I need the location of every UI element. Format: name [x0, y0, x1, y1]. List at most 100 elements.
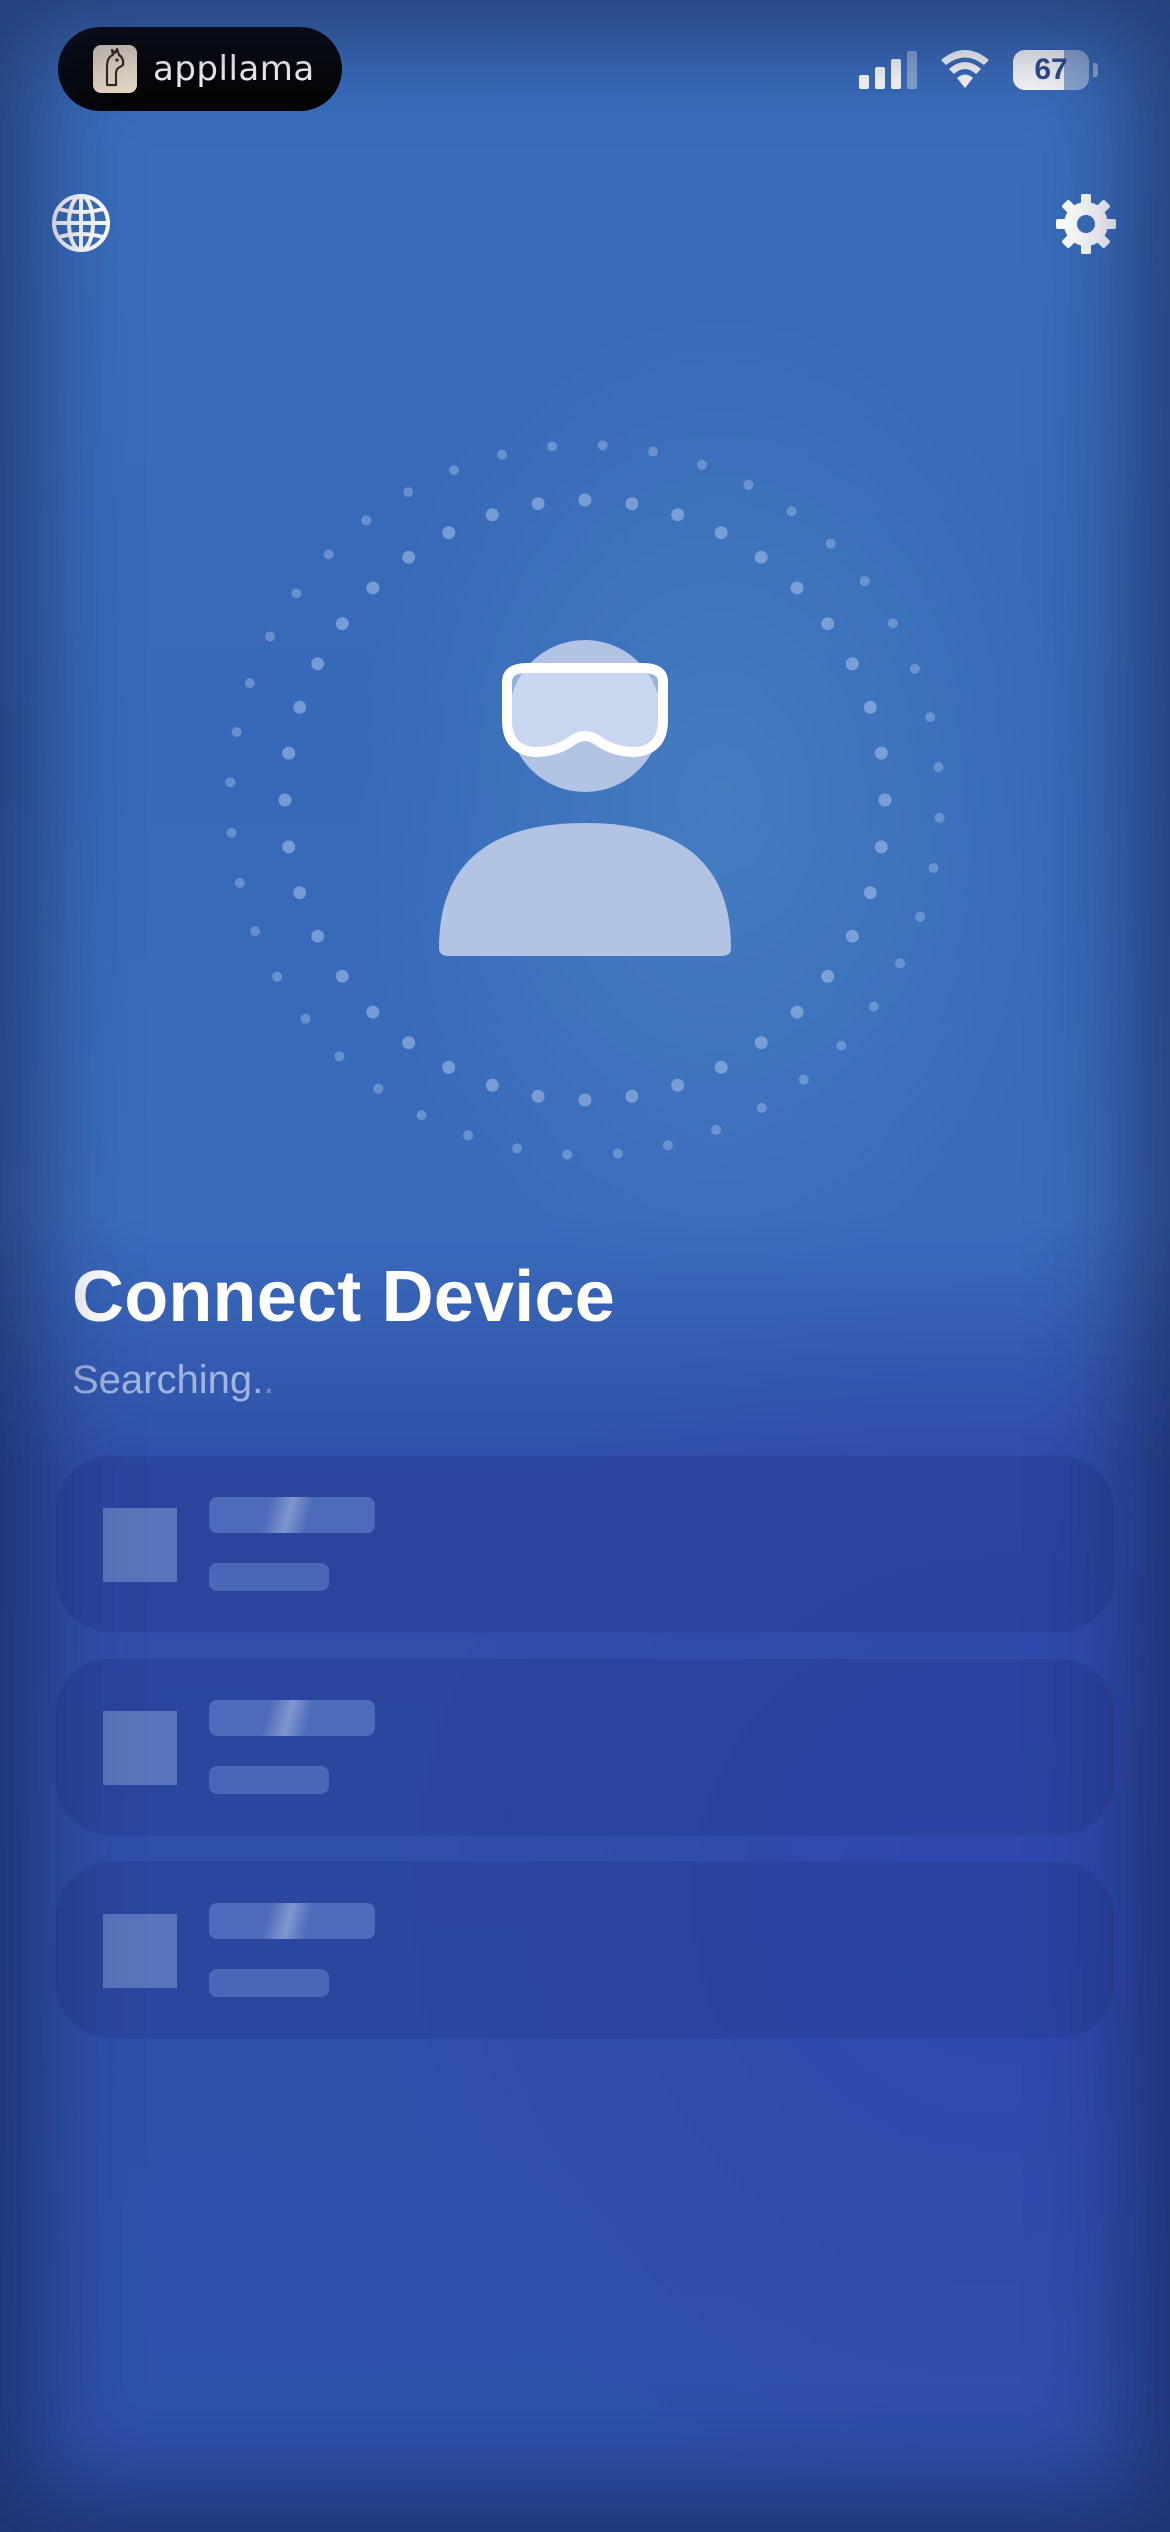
radar-dot — [293, 886, 307, 900]
app-indicator-pill[interactable]: appllama — [58, 27, 342, 111]
radar-dot — [278, 793, 292, 807]
radar-dot — [282, 746, 296, 760]
placeholder-subtitle-line — [209, 1969, 329, 1997]
radar-dot — [300, 1013, 311, 1024]
radar-dot — [786, 506, 797, 517]
radar-dot — [448, 465, 459, 476]
search-status-faded-dot: . — [263, 1358, 275, 1402]
radar-dot — [754, 550, 768, 564]
radar-dot — [485, 508, 499, 522]
device-placeholder-card — [55, 1861, 1115, 2039]
radar-dot — [234, 877, 245, 888]
radar-dot — [845, 657, 859, 671]
radar-dot — [925, 712, 936, 723]
radar-dot — [671, 508, 685, 522]
placeholder-title-line — [209, 1903, 375, 1939]
radar-dot — [625, 1089, 639, 1103]
radar-dot — [648, 446, 658, 457]
battery-level: 67 — [1034, 53, 1068, 86]
radar-dot — [790, 1005, 804, 1019]
radar-dot — [485, 1078, 499, 1092]
placeholder-subtitle-line — [209, 1766, 329, 1794]
app-name: appllama — [153, 49, 315, 89]
radar-dot — [335, 969, 349, 983]
radar-dot — [373, 1083, 384, 1094]
radar-dot — [874, 840, 888, 854]
radar-dot — [714, 1060, 728, 1074]
radar-dot — [859, 576, 870, 587]
radar-dot — [231, 727, 242, 737]
radar-dot — [868, 1001, 879, 1012]
radar-dot — [933, 762, 944, 773]
radar-dot — [562, 1149, 573, 1160]
radar-dot — [915, 911, 926, 922]
wifi-icon — [941, 50, 989, 88]
radar-dot — [512, 1143, 522, 1154]
radar-dot — [264, 631, 275, 642]
radar-dot — [798, 1074, 809, 1085]
placeholder-title-line — [209, 1497, 375, 1533]
radar-dot — [225, 777, 236, 788]
radar-dot — [334, 1051, 345, 1062]
radar-dot — [293, 700, 307, 714]
page-title: Connect Device — [72, 1257, 615, 1337]
radar-dot — [311, 929, 325, 943]
radar-dot — [366, 581, 380, 595]
placeholder-subtitle-line — [209, 1563, 329, 1591]
radar-dot — [662, 1140, 673, 1151]
radar-dot — [625, 497, 639, 511]
radar-dot — [244, 678, 255, 689]
radar-dot — [887, 618, 898, 629]
radar-dot — [863, 700, 877, 714]
radar-dot — [402, 550, 416, 564]
gear-icon[interactable] — [1054, 192, 1118, 256]
search-status-text: Searching.. — [72, 1358, 274, 1403]
radar-dot — [323, 549, 334, 560]
radar-dot — [836, 1040, 847, 1051]
radar-dot — [825, 538, 836, 549]
llama-logo-icon — [93, 45, 137, 93]
battery-icon: 67 — [1013, 50, 1089, 90]
placeholder-title-line — [209, 1700, 375, 1736]
radar-dot — [361, 515, 372, 526]
radar-dot — [335, 617, 349, 631]
radar-dot — [531, 1089, 545, 1103]
globe-icon[interactable] — [50, 192, 112, 254]
radar-dot — [895, 958, 906, 969]
radar-dot — [416, 1110, 427, 1121]
radar-dot — [402, 1036, 416, 1050]
radar-dot — [497, 449, 508, 460]
radar-dot — [442, 1060, 456, 1074]
cellular-signal-icon — [859, 51, 917, 89]
radar-dot — [821, 617, 835, 631]
radar-dot — [671, 1078, 685, 1092]
radar-dot — [878, 793, 892, 807]
radar-dot — [250, 926, 261, 937]
placeholder-thumbnail — [103, 1914, 177, 1988]
device-placeholder-card — [55, 1658, 1115, 1836]
radar-dot — [845, 929, 859, 943]
radar-dot — [934, 812, 945, 823]
radar-dot — [366, 1005, 380, 1019]
radar-dot — [403, 487, 414, 498]
radar-dot — [578, 1093, 592, 1107]
search-status-label: Searching. — [72, 1358, 264, 1402]
radar-dot — [874, 746, 888, 760]
radar-dot — [272, 971, 283, 982]
radar-dot — [711, 1124, 722, 1135]
device-placeholder-card — [55, 1455, 1115, 1633]
radar-dot — [754, 1036, 768, 1050]
radar-dot — [612, 1148, 623, 1159]
person-with-vision-headset-icon — [439, 640, 731, 956]
radar-dot — [291, 588, 302, 599]
radar-dot — [463, 1130, 474, 1141]
radar-dot — [226, 827, 237, 838]
device-list — [55, 1455, 1115, 2064]
radar-dot — [821, 969, 835, 983]
battery-cap — [1093, 63, 1098, 77]
radar-dot — [578, 493, 592, 507]
radar-dot — [311, 657, 325, 671]
radar-dot — [909, 663, 920, 674]
radar-dot — [696, 459, 707, 470]
radar-dot — [597, 440, 608, 451]
